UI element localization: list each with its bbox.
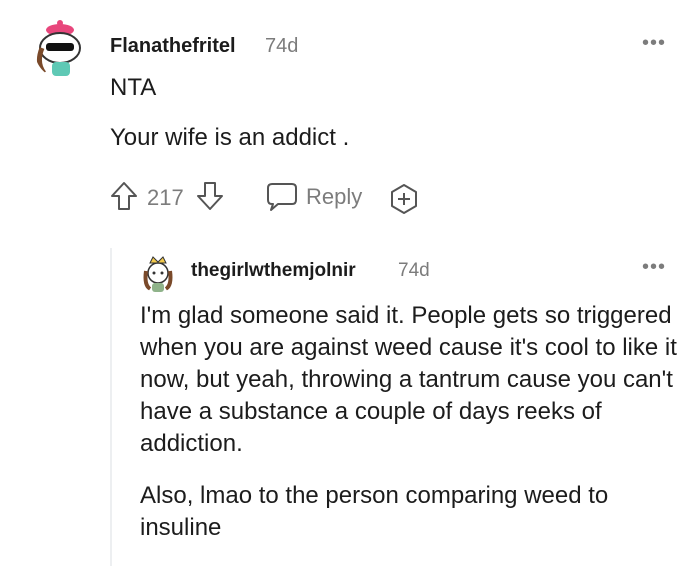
- vote-count: 217: [147, 185, 184, 210]
- comment-username[interactable]: Flanathefritel: [110, 35, 236, 58]
- reply-label: Reply: [306, 184, 363, 209]
- comment-paragraph-1: NTA: [110, 74, 157, 101]
- upvote-arrow-icon: [111, 182, 137, 210]
- reply-age[interactable]: 74d: [398, 260, 430, 282]
- reply-username[interactable]: thegirlwthemjolnir: [191, 260, 356, 282]
- upvote-button[interactable]: [110, 180, 138, 212]
- comment-age[interactable]: 74d: [265, 35, 298, 58]
- award-plus-icon: [391, 184, 417, 214]
- comment-avatar[interactable]: [34, 18, 86, 78]
- downvote-arrow-icon: [197, 182, 223, 210]
- snoo-avatar-crown-icon: [143, 256, 173, 292]
- reply-avatar[interactable]: [140, 255, 176, 293]
- thread-line[interactable]: [110, 248, 112, 566]
- reply-paragraph-1: I'm glad someone said it. People gets so…: [140, 302, 684, 457]
- reply-paragraph-2: Also, lmao to the person comparing weed …: [140, 482, 615, 541]
- more-options-icon[interactable]: •••: [642, 32, 666, 55]
- downvote-button[interactable]: [196, 180, 224, 212]
- reply-button[interactable]: Reply: [266, 182, 362, 212]
- snoo-avatar-pink-hat-icon: [36, 20, 81, 76]
- award-button[interactable]: [388, 183, 420, 215]
- more-options-icon[interactable]: •••: [642, 256, 666, 279]
- comment-paragraph-2: Your wife is an addict .: [110, 124, 350, 151]
- reply-bubble-icon: [267, 183, 297, 211]
